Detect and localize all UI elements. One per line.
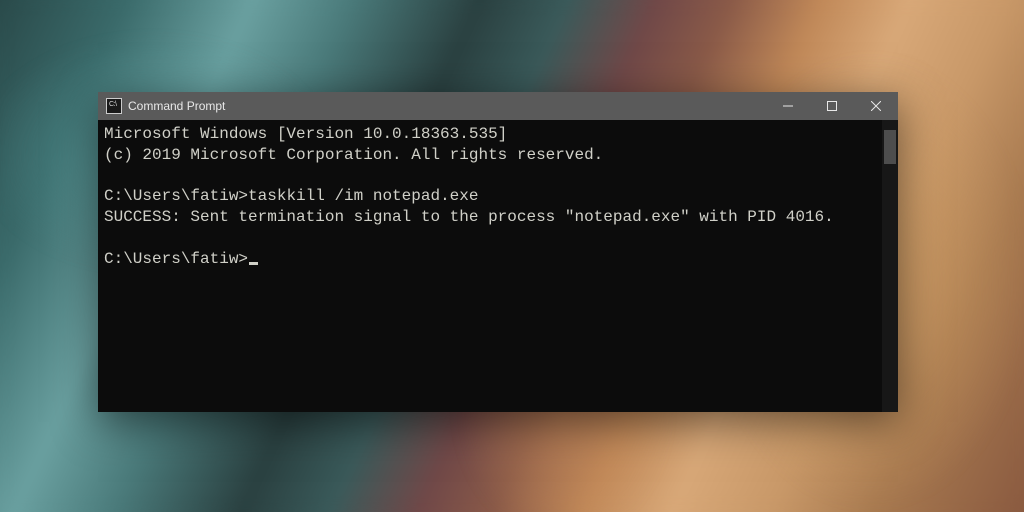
titlebar[interactable]: C:\ Command Prompt [98,92,898,120]
copyright-line: (c) 2019 Microsoft Corporation. All righ… [104,145,876,166]
current-prompt-line: C:\Users\fatiw> [104,249,876,270]
output-line: SUCCESS: Sent termination signal to the … [104,207,876,228]
blank-line [104,166,876,187]
header-line: Microsoft Windows [Version 10.0.18363.53… [104,124,876,145]
scrollbar-thumb[interactable] [884,130,896,164]
close-button[interactable] [854,92,898,120]
minimize-button[interactable] [766,92,810,120]
command-prompt-window: C:\ Command Prompt Microsoft Windows [Ve… [98,92,898,412]
window-title: Command Prompt [128,99,225,113]
terminal-body: Microsoft Windows [Version 10.0.18363.53… [98,120,898,412]
typed-command: taskkill /im notepad.exe [248,187,478,205]
blank-line [104,228,876,249]
cmd-icon: C:\ [106,98,122,114]
maximize-icon [827,101,837,111]
command-line: C:\Users\fatiw>taskkill /im notepad.exe [104,186,876,207]
prompt: C:\Users\fatiw> [104,250,248,268]
close-icon [871,101,881,111]
prompt: C:\Users\fatiw> [104,187,248,205]
vertical-scrollbar[interactable] [882,120,898,412]
maximize-button[interactable] [810,92,854,120]
text-cursor [249,262,258,265]
minimize-icon [783,101,793,111]
terminal-output[interactable]: Microsoft Windows [Version 10.0.18363.53… [98,120,882,412]
